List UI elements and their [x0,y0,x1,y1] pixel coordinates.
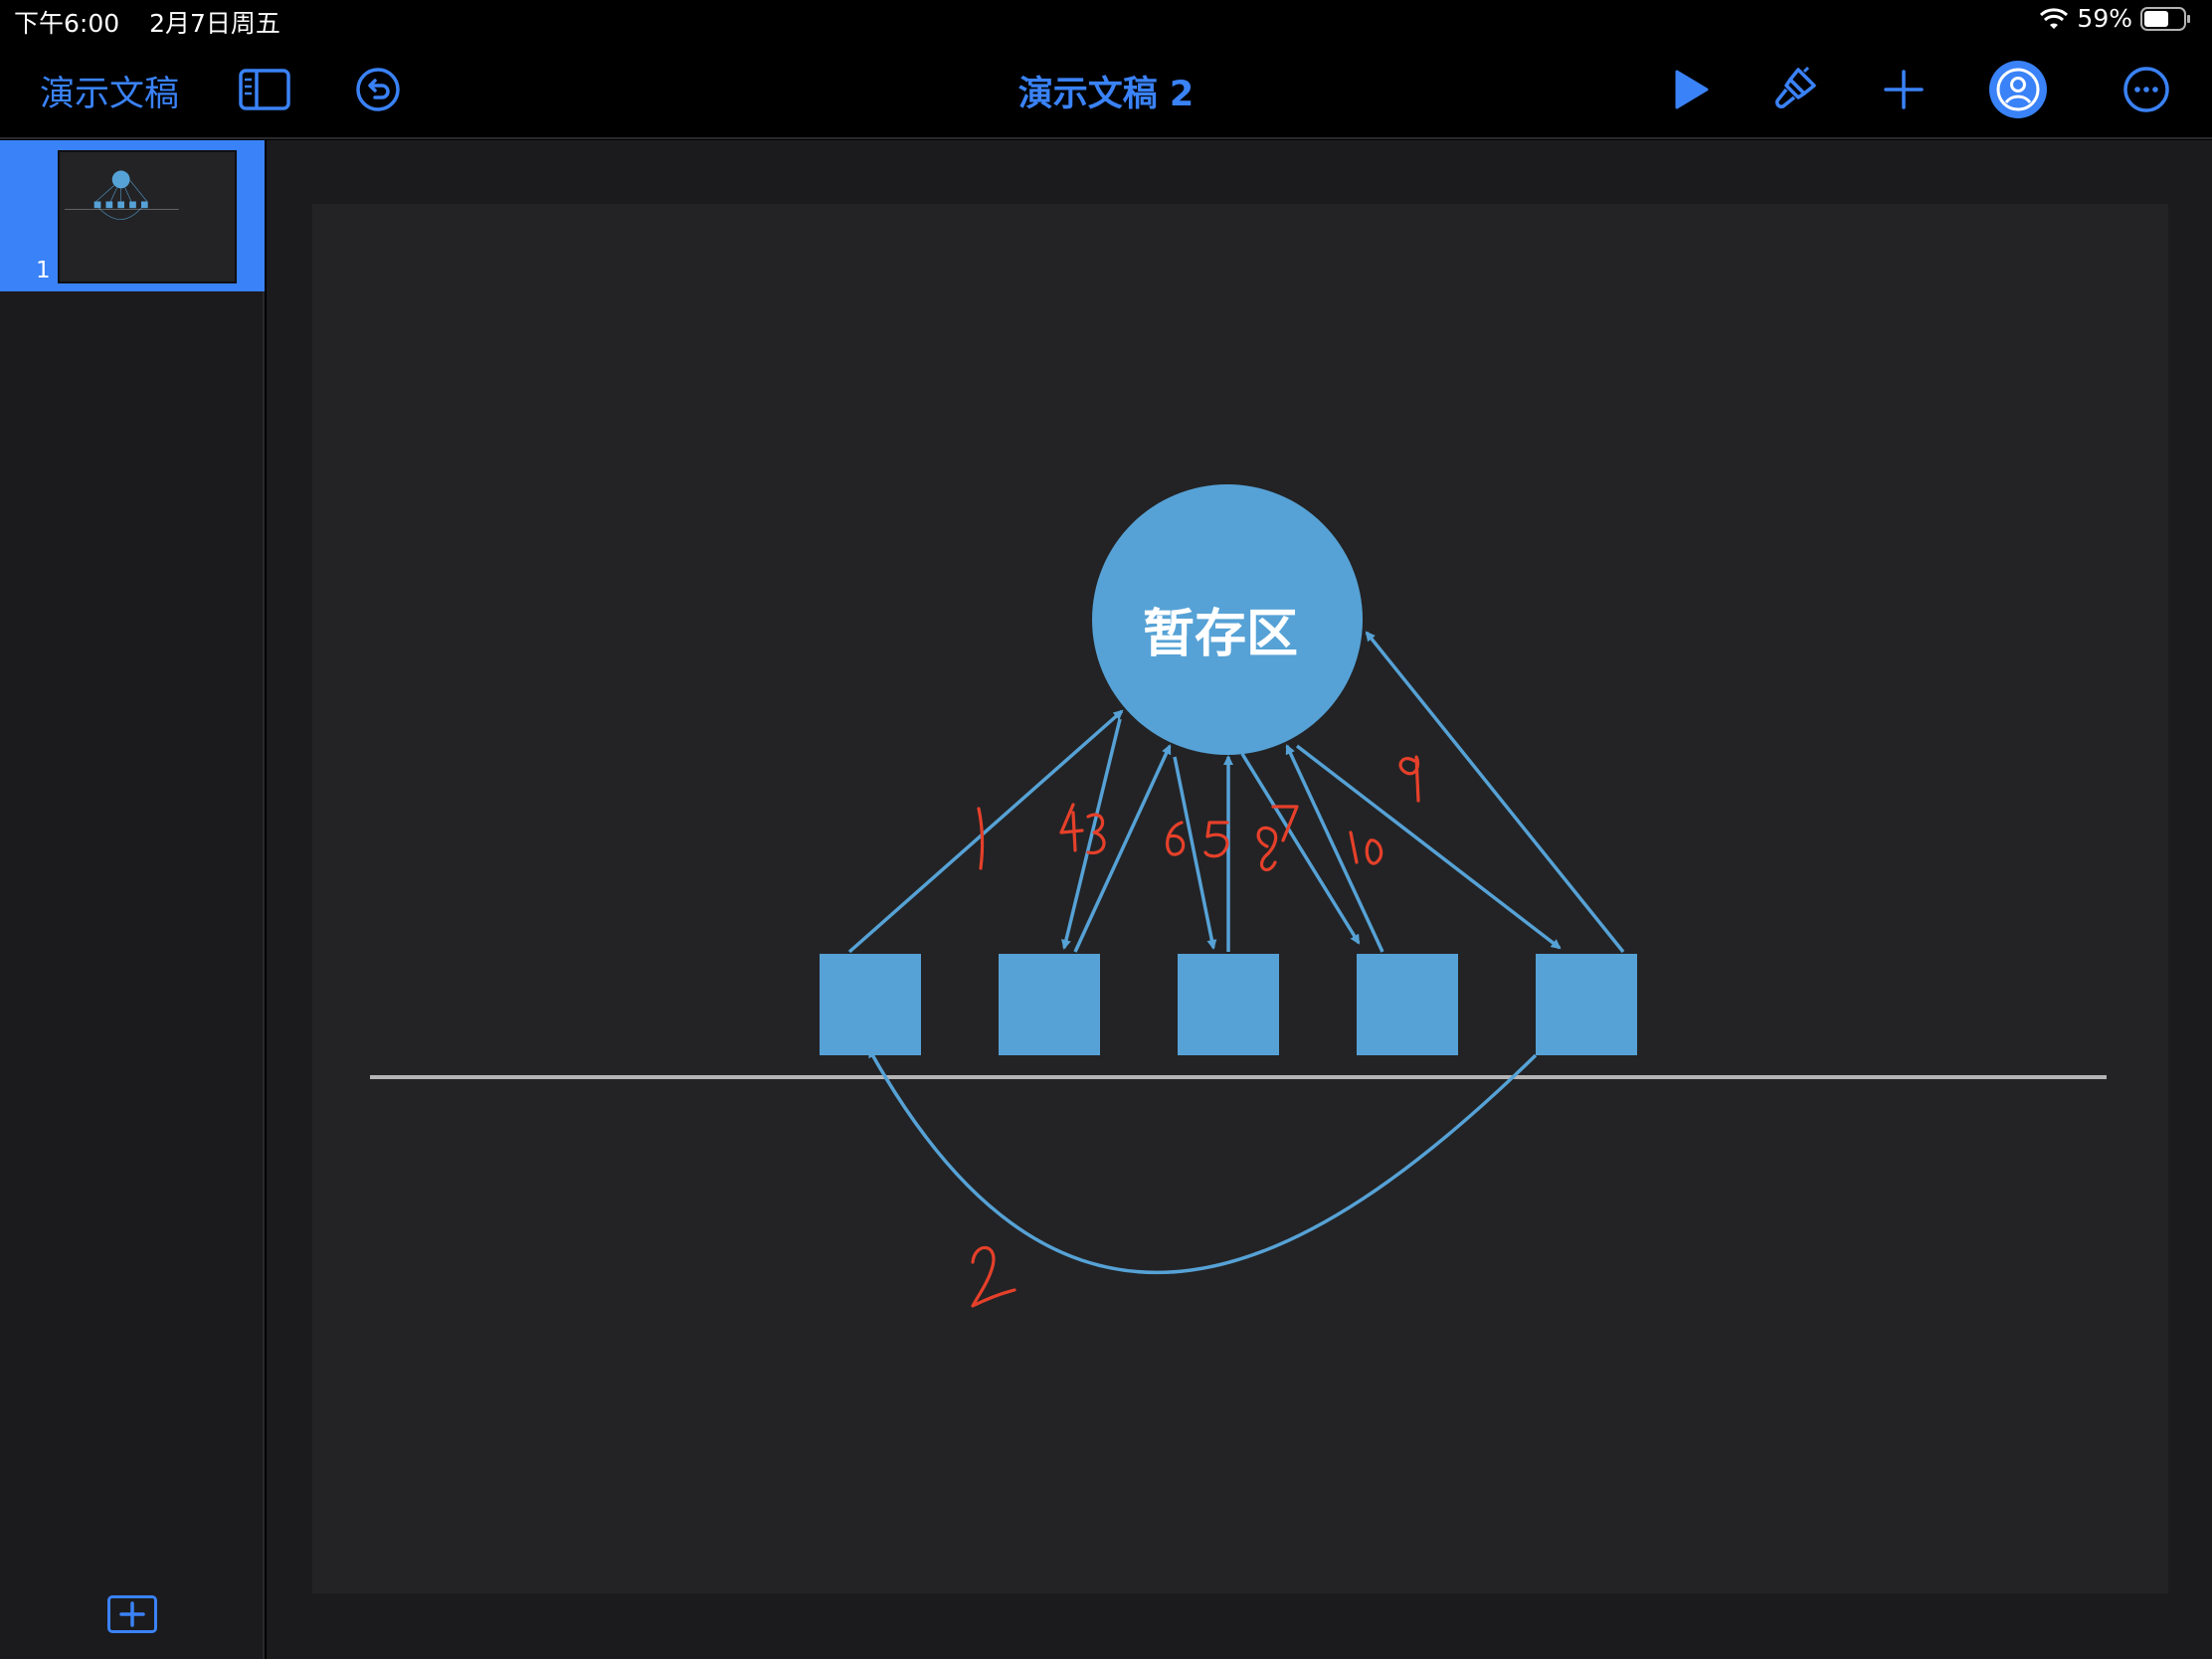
annotation-9 [1398,755,1420,803]
square-3[interactable] [1178,954,1279,1055]
status-left: 下午6:00 2月7日周五 [14,4,280,40]
annotation-5 [1203,821,1229,858]
battery-percent: 59% [2077,4,2132,33]
annotation-10b [1365,838,1383,865]
annotation-10 [1349,830,1359,864]
annotation-6 [1166,821,1186,856]
format-button[interactable] [1764,60,1824,119]
insert-button[interactable] [1874,60,1934,119]
annotation-4 [1059,803,1084,852]
square-5[interactable] [1536,954,1637,1055]
status-bar: 下午6:00 2月7日周五 59% [0,0,2212,40]
staging-circle-label: 暂存区 [1142,605,1298,664]
slide-thumbnail-row[interactable]: 1 [0,140,265,291]
play-button[interactable] [1661,60,1721,119]
slide-thumbnail[interactable] [58,150,237,283]
arrow-9 [1365,631,1625,954]
wifi-icon [2040,7,2069,29]
status-time: 下午6:00 [14,9,120,38]
arrow-10 [1295,744,1562,950]
plus-icon [1884,70,1924,109]
play-icon [1675,70,1709,109]
more-icon [2123,67,2169,112]
status-right: 59% [2039,4,2192,33]
plus-icon [119,1601,145,1627]
square-2[interactable] [999,954,1100,1055]
slide-canvas[interactable]: 暂存区 [267,140,2212,1659]
status-date: 2月7日周五 [149,9,280,38]
paintbrush-icon [1775,66,1816,108]
square-4[interactable] [1357,954,1458,1055]
collaborate-icon [1989,61,2047,118]
annotation-8 [1256,826,1278,871]
annotation-2 [971,1245,1016,1308]
square-1[interactable] [820,954,921,1055]
collaborate-button[interactable] [1988,60,2048,119]
more-button[interactable] [2117,60,2176,119]
toolbar: 演示文稿 演示文稿 2 [0,40,2212,139]
slide[interactable]: 暂存区 [312,204,2168,1593]
arrow-8 [1240,753,1361,945]
slide-thumbnail-preview [61,152,234,281]
slide-navigator: 1 [0,140,265,1659]
arrow-2 [867,1047,1538,1275]
battery-icon [2140,6,2190,31]
slide-diagram [370,484,2107,1308]
slide-number: 1 [36,258,51,283]
add-slide-button[interactable] [107,1595,157,1633]
